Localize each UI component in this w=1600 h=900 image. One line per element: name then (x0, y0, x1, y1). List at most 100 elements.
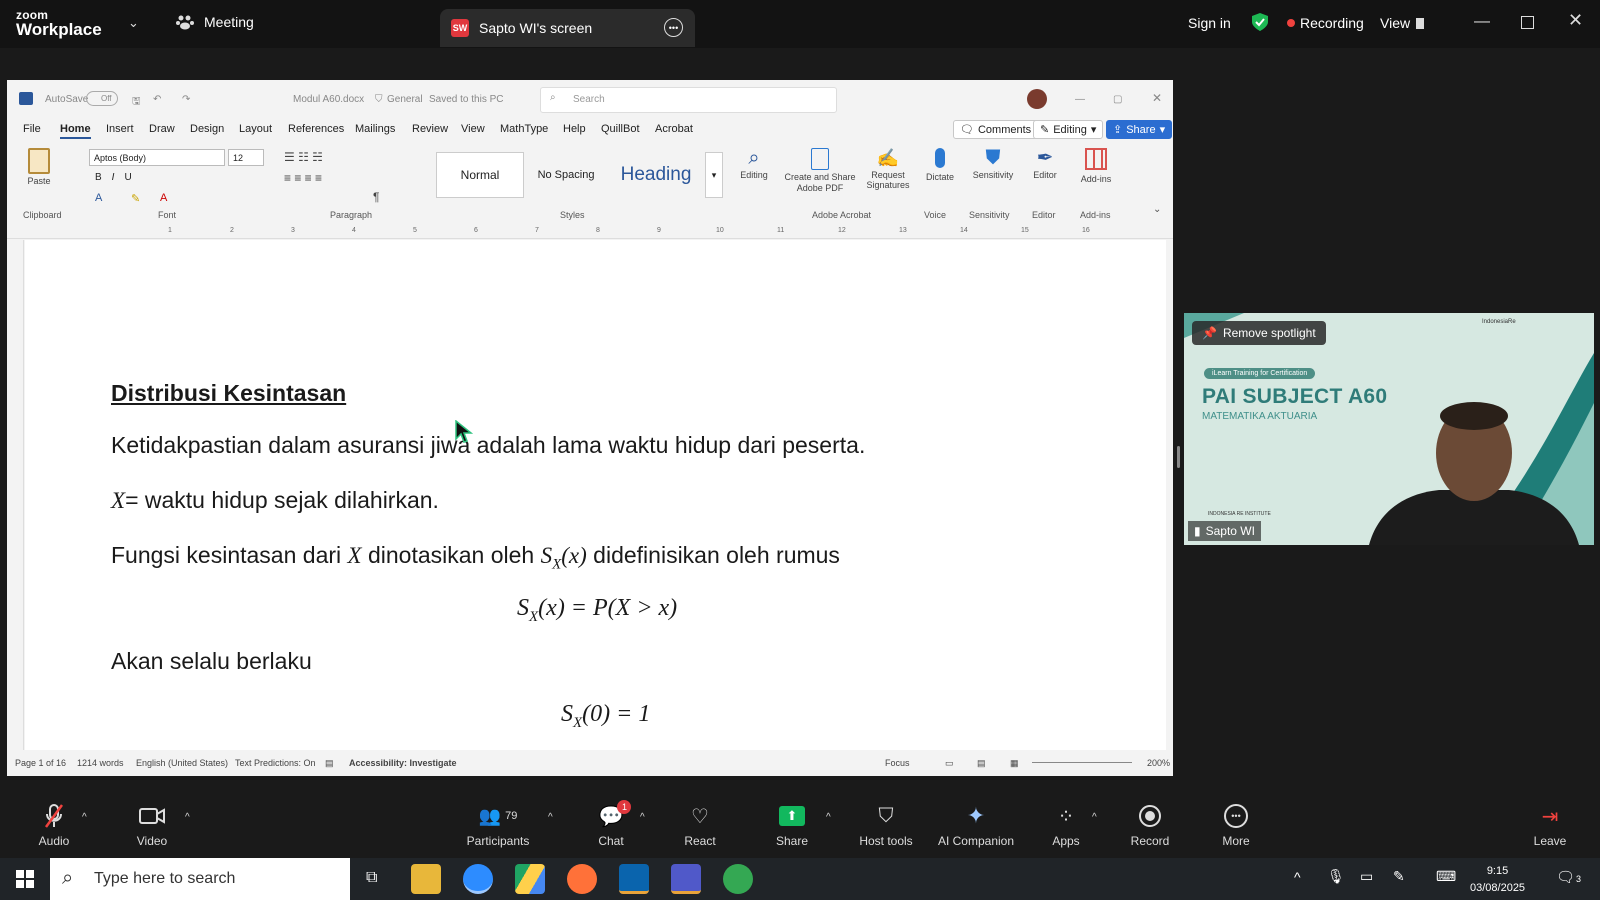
menu-mathtype[interactable]: MathType (500, 123, 548, 135)
equation-survival-function[interactable]: SX(x) = P(X > x) (517, 595, 677, 626)
teams-icon[interactable] (671, 864, 701, 894)
tray-pen-icon[interactable]: ✎ (1393, 868, 1405, 885)
print-layout-icon[interactable]: ▤ (977, 758, 986, 769)
equation-initial-value[interactable]: SX(0) = 1 (561, 701, 650, 732)
file-explorer-icon[interactable] (411, 864, 441, 894)
windows-start-icon[interactable] (16, 870, 34, 888)
editing-button[interactable]: ⌕ Editing (734, 146, 774, 181)
participants-options-caret[interactable]: ^ (548, 812, 553, 823)
menu-draw[interactable]: Draw (149, 123, 175, 135)
word-close-icon[interactable]: ✕ (1152, 91, 1162, 105)
menu-mailings[interactable]: Mailings (355, 123, 395, 135)
dictate-button[interactable]: Dictate (920, 146, 960, 183)
menu-help[interactable]: Help (563, 123, 586, 135)
word-search-input[interactable]: Search (540, 87, 837, 113)
sensitivity-status[interactable]: General (387, 94, 423, 105)
request-signatures-button[interactable]: ✍ Request Signatures (860, 148, 916, 191)
menu-quillbot[interactable]: QuillBot (601, 123, 640, 135)
horizontal-ruler[interactable]: 1 2 3 4 5 6 7 8 9 10 11 12 13 14 15 16 (7, 225, 1173, 239)
font-size-select[interactable]: 12 (228, 149, 264, 166)
style-no-spacing[interactable]: No Spacing (525, 152, 607, 198)
menu-layout[interactable]: Layout (239, 123, 272, 135)
tray-display-icon[interactable]: ▭ (1360, 868, 1373, 885)
panel-resize-handle[interactable] (1177, 446, 1180, 468)
view-menu[interactable]: View (1380, 15, 1425, 31)
audio-button[interactable]: Audio (34, 800, 74, 856)
chrome-icon[interactable] (723, 864, 753, 894)
font-name-select[interactable]: Aptos (Body) (89, 149, 225, 166)
bullets-icon[interactable]: ☰ ☷ ☵ (284, 150, 323, 164)
paragraph-4[interactable]: Akan selalu berlaku (111, 648, 312, 675)
collapse-ribbon-icon[interactable]: ⌄ (1153, 204, 1161, 215)
paste-button[interactable]: Paste (25, 148, 53, 187)
styles-gallery-more[interactable]: ▾ (705, 152, 723, 198)
minimize-icon[interactable]: — (1474, 13, 1490, 31)
notification-center-icon[interactable]: 🗨3 (1556, 868, 1581, 886)
spotlight-video[interactable]: 📌 Remove spotlight IndonesiaRe iLearn Tr… (1184, 313, 1594, 545)
video-options-caret[interactable]: ^ (185, 812, 190, 823)
menu-design[interactable]: Design (190, 123, 224, 135)
autosave-toggle[interactable]: Off (86, 91, 118, 106)
menu-references[interactable]: References (288, 123, 344, 135)
document-page[interactable]: Distribusi Kesintasan Ketidakpastian dal… (25, 240, 1166, 776)
paragraph-3[interactable]: Fungsi kesintasan dari X dinotasikan ole… (111, 542, 840, 574)
sign-in-link[interactable]: Sign in (1188, 15, 1231, 31)
document-heading[interactable]: Distribusi Kesintasan (111, 380, 346, 407)
save-status[interactable]: Saved to this PC (429, 94, 503, 105)
create-share-pdf-button[interactable]: Create and Share Adobe PDF (780, 148, 860, 194)
leave-button[interactable]: ⇥ Leave (1530, 800, 1570, 856)
chevron-down-icon[interactable]: ⌄ (128, 15, 139, 31)
word-minimize-icon[interactable]: — (1075, 94, 1085, 105)
menu-home[interactable]: Home (60, 123, 91, 139)
addins-button[interactable]: Add-ins (1074, 146, 1118, 185)
align-icons[interactable]: ≡ ≡ ≡ ≡ (284, 171, 322, 185)
share-screen-button[interactable]: ⬆ Share (772, 800, 812, 856)
paragraph-1[interactable]: Ketidakpastian dalam asuransi jiwa adala… (111, 432, 865, 459)
zoom-workplace-logo[interactable]: zoom Workplace (16, 9, 102, 38)
menu-acrobat[interactable]: Acrobat (655, 123, 693, 135)
zoom-level[interactable]: 200% (1147, 758, 1170, 768)
avatar[interactable] (1027, 89, 1047, 109)
save-icon[interactable]: 🖫 (132, 94, 141, 111)
text-effects-icon[interactable]: A (95, 192, 102, 204)
font-color-icon[interactable]: A (160, 192, 167, 204)
outlook-icon[interactable] (619, 864, 649, 894)
restore-icon[interactable] (1521, 16, 1534, 29)
text-predictions-status[interactable]: Text Predictions: On (235, 758, 316, 768)
redo-icon[interactable]: ↷ (182, 94, 190, 105)
pilcrow-icon[interactable]: ¶ (373, 190, 379, 204)
chat-options-caret[interactable]: ^ (640, 812, 645, 823)
security-shield-icon[interactable] (1251, 12, 1269, 32)
menu-view[interactable]: View (461, 123, 485, 135)
ai-companion-button[interactable]: ✦ AI Companion (932, 800, 1020, 856)
recording-indicator[interactable]: Recording (1287, 15, 1364, 31)
remove-spotlight-button[interactable]: 📌 Remove spotlight (1192, 321, 1326, 345)
editor-button[interactable]: ✒ Editor (1025, 146, 1065, 181)
tray-keyboard-icon[interactable]: ⌨ (1436, 868, 1456, 885)
menu-file[interactable]: File (23, 123, 41, 135)
share-options-caret[interactable]: ^ (826, 812, 831, 823)
focus-mode[interactable]: Focus (885, 758, 910, 768)
editing-mode-button[interactable]: ✎ Editing ▾ (1033, 120, 1104, 139)
style-heading[interactable]: Heading (608, 152, 704, 198)
more-options-icon[interactable]: ••• (664, 18, 683, 37)
language-status[interactable]: English (United States) (136, 758, 228, 768)
more-button[interactable]: ••• More (1218, 800, 1254, 856)
comments-button[interactable]: 🗨 Comments (953, 120, 1039, 139)
page-count[interactable]: Page 1 of 16 (15, 758, 66, 768)
task-view-icon[interactable]: ⧉ (366, 869, 377, 887)
firefox-icon[interactable] (567, 864, 597, 894)
close-icon[interactable]: ✕ (1568, 10, 1583, 31)
zoom-slider[interactable] (1032, 762, 1132, 763)
web-layout-icon[interactable]: ▦ (1010, 758, 1019, 769)
taskbar-search-input[interactable]: Type here to search (50, 858, 350, 900)
tray-chevron-up-icon[interactable]: ^ (1294, 869, 1301, 885)
macro-icon[interactable]: ▤ (325, 758, 334, 769)
menu-review[interactable]: Review (412, 123, 448, 135)
apps-options-caret[interactable]: ^ (1092, 812, 1097, 823)
audio-options-caret[interactable]: ^ (82, 812, 87, 823)
google-drive-icon[interactable] (515, 864, 545, 894)
vertical-ruler[interactable] (7, 240, 24, 776)
react-button[interactable]: ♡ React (680, 800, 720, 856)
tab-shared-screen[interactable]: SW Sapto WI's screen ••• (440, 9, 695, 47)
